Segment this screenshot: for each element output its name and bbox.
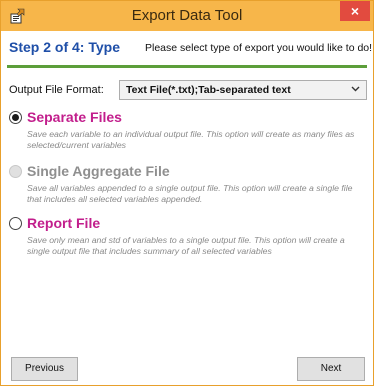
export-data-tool-window: Export Data Tool × Step 2 of 4: Type Ple… (0, 0, 374, 386)
title-bar[interactable]: Export Data Tool × (1, 1, 373, 31)
output-format-dropdown[interactable]: Text File(*.txt);Tab-separated text (119, 80, 367, 100)
output-format-label: Output File Format: (9, 84, 104, 96)
separate-files-label[interactable]: Separate Files (27, 109, 122, 125)
single-aggregate-description: Save all variables appended to a single … (27, 183, 353, 204)
single-aggregate-radio (9, 165, 22, 178)
output-format-value: Text File(*.txt);Tab-separated text (126, 84, 291, 96)
separate-files-description: Save each variable to an individual outp… (27, 129, 355, 150)
report-file-description: Save only mean and std of variables to a… (27, 235, 345, 256)
single-aggregate-label: Single Aggregate File (27, 163, 170, 179)
header-divider (7, 65, 367, 68)
chevron-down-icon[interactable] (351, 84, 360, 96)
next-button[interactable]: Next (297, 357, 365, 381)
step-header: Step 2 of 4: Type (9, 39, 120, 55)
window-title: Export Data Tool (131, 7, 243, 24)
report-file-label[interactable]: Report File (27, 215, 100, 231)
step-instruction: Please select type of export you would l… (145, 42, 373, 54)
close-button[interactable]: × (340, 1, 370, 21)
previous-button[interactable]: Previous (11, 357, 78, 381)
separate-files-radio[interactable] (9, 111, 22, 124)
report-file-radio[interactable] (9, 217, 22, 230)
